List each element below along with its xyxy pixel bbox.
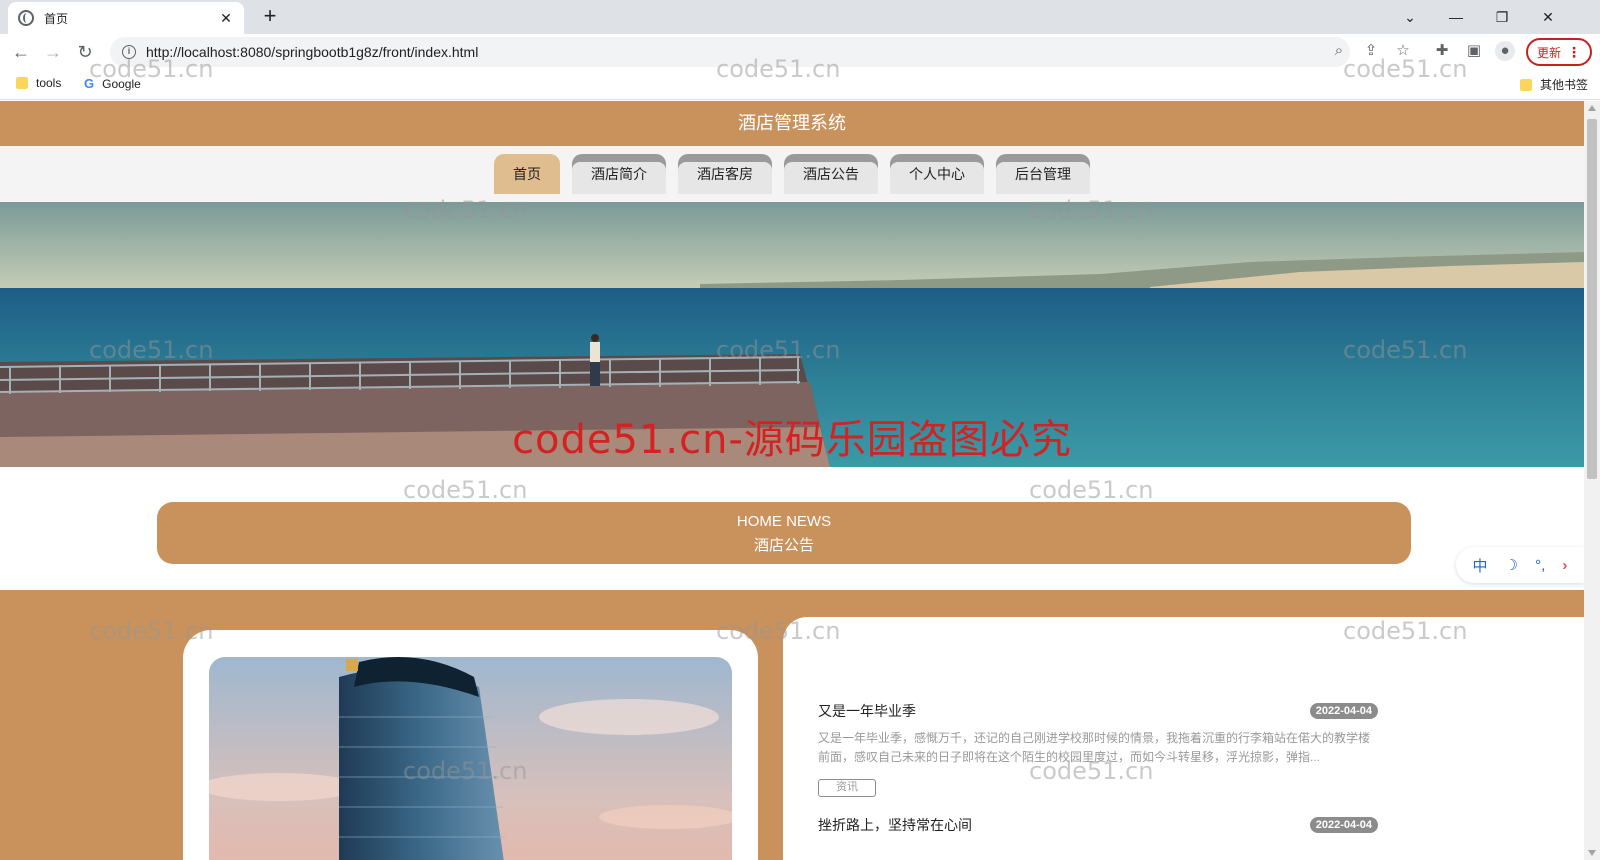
nav-home[interactable]: 首页 bbox=[494, 154, 560, 194]
bookmarks-bar: tools G Google 其他书签 bbox=[0, 70, 1600, 100]
browser-tab-bar: 首页 ✕ + ⌄ — ❐ ✕ bbox=[0, 0, 1600, 34]
news-section: 又是一年毕业季 2022-04-04 又是一年毕业季，感慨万千，还记的自己刚进学… bbox=[0, 590, 1584, 860]
back-icon[interactable]: ← bbox=[8, 39, 34, 65]
side-panel-icon[interactable]: ▣ bbox=[1463, 40, 1485, 62]
moon-icon[interactable]: ☽ bbox=[1505, 556, 1518, 574]
extensions-icon[interactable]: ✚ bbox=[1431, 40, 1453, 62]
news-item-date: 2022-04-04 bbox=[1309, 703, 1378, 719]
news-title-en: HOME NEWS bbox=[736, 513, 832, 530]
page-scrollbar[interactable] bbox=[1584, 101, 1600, 860]
news-item[interactable]: 又是一年毕业季 2022-04-04 又是一年毕业季，感慨万千，还记的自己刚进学… bbox=[818, 701, 1378, 797]
share-icon[interactable]: ⇪ bbox=[1360, 40, 1382, 62]
minimize-button[interactable]: — bbox=[1436, 4, 1476, 30]
address-bar[interactable]: i http://localhost:8080/springbootb1g8z/… bbox=[110, 37, 1350, 67]
banner-watermark-text: code51.cn-源码乐园盗图必究 bbox=[512, 417, 1072, 463]
nav-label: 酒店公告 bbox=[803, 166, 859, 182]
nav-label: 酒店客房 bbox=[697, 166, 753, 182]
new-tab-button[interactable]: + bbox=[258, 5, 282, 29]
news-item[interactable]: 挫折路上，坚持常在心间 2022-04-04 bbox=[818, 815, 1378, 835]
more-menu-icon: ⋮ bbox=[1567, 43, 1581, 60]
url-text[interactable]: http://localhost:8080/springbootb1g8z/fr… bbox=[146, 44, 478, 60]
site-title: 酒店管理系统 bbox=[0, 101, 1584, 146]
news-list-panel: 又是一年毕业季 2022-04-04 又是一年毕业季，感慨万千，还记的自己刚进学… bbox=[783, 617, 1584, 860]
folder-icon bbox=[16, 77, 28, 89]
news-title-cn: 酒店公告 bbox=[753, 537, 814, 554]
globe-icon bbox=[18, 10, 34, 26]
news-title-bar: HOME NEWS 酒店公告 bbox=[157, 502, 1411, 564]
profile-avatar-icon[interactable]: ● bbox=[1495, 41, 1515, 61]
hotel-building-image bbox=[209, 657, 732, 860]
folder-icon bbox=[1520, 78, 1532, 91]
bookmark-label: Google bbox=[102, 76, 141, 91]
expand-arrow-icon[interactable]: › bbox=[1562, 557, 1567, 574]
news-image-card bbox=[183, 630, 758, 860]
scroll-up-icon[interactable] bbox=[1588, 105, 1596, 111]
close-tab-icon[interactable]: ✕ bbox=[218, 10, 234, 27]
bookmark-label: tools bbox=[36, 76, 62, 90]
nav-admin[interactable]: 后台管理 bbox=[996, 154, 1090, 194]
news-item-title[interactable]: 挫折路上，坚持常在心间 bbox=[818, 815, 972, 835]
restore-button[interactable]: ❐ bbox=[1482, 4, 1522, 30]
main-nav: 首页 酒店简介 酒店客房 酒店公告 个人中心 后台管理 bbox=[0, 146, 1584, 203]
close-window-button[interactable]: ✕ bbox=[1528, 4, 1568, 30]
news-item-date: 2022-04-04 bbox=[1309, 817, 1378, 833]
news-item-excerpt: 又是一年毕业季，感慨万千，还记的自己刚进学校那时候的情景，我拖着沉重的行李箱站在… bbox=[818, 731, 1371, 764]
reload-icon[interactable]: ↻ bbox=[72, 39, 98, 65]
nav-label: 首页 bbox=[513, 166, 541, 182]
info-icon[interactable]: i bbox=[122, 45, 136, 59]
hero-banner[interactable]: code51.cn-源码乐园盗图必究 bbox=[0, 202, 1584, 467]
language-widget[interactable]: 中 ☽ °, › bbox=[1456, 547, 1584, 583]
news-item-title[interactable]: 又是一年毕业季 bbox=[818, 701, 916, 721]
google-icon: G bbox=[84, 76, 95, 91]
nav-hotel-rooms[interactable]: 酒店客房 bbox=[678, 154, 772, 194]
zoom-icon[interactable]: ⌕ bbox=[1328, 40, 1350, 62]
page-viewport: 酒店管理系统 首页 酒店简介 酒店客房 酒店公告 个人中心 后台管理 code5… bbox=[0, 101, 1584, 860]
forward-icon[interactable]: → bbox=[40, 39, 66, 65]
other-bookmarks-label: 其他书签 bbox=[1540, 78, 1589, 92]
scroll-thumb[interactable] bbox=[1587, 119, 1597, 479]
bookmark-star-icon[interactable]: ☆ bbox=[1392, 40, 1414, 62]
update-label: 更新 bbox=[1536, 45, 1561, 60]
nav-label: 后台管理 bbox=[1015, 166, 1071, 182]
punctuation-icon[interactable]: °, bbox=[1535, 557, 1545, 574]
nav-label: 酒店简介 bbox=[591, 166, 647, 182]
tab-search-icon[interactable]: ⌄ bbox=[1390, 4, 1430, 30]
nav-hotel-notices[interactable]: 酒店公告 bbox=[784, 154, 878, 194]
update-button[interactable]: 更新 ⋮ bbox=[1526, 38, 1592, 66]
news-item-tag[interactable]: 资讯 bbox=[818, 779, 876, 797]
nav-personal-center[interactable]: 个人中心 bbox=[890, 154, 984, 194]
bookmark-tools[interactable]: tools bbox=[16, 76, 61, 90]
scroll-down-icon[interactable] bbox=[1588, 850, 1596, 856]
tab-title: 首页 bbox=[44, 11, 69, 26]
bookmark-google[interactable]: G Google bbox=[84, 76, 141, 91]
nav-label: 个人中心 bbox=[909, 166, 965, 182]
browser-tab[interactable]: 首页 ✕ bbox=[8, 2, 244, 34]
hotel-photo[interactable] bbox=[209, 657, 732, 860]
other-bookmarks[interactable]: 其他书签 bbox=[1520, 76, 1588, 93]
nav-hotel-intro[interactable]: 酒店简介 bbox=[572, 154, 666, 194]
lang-toggle[interactable]: 中 bbox=[1473, 555, 1488, 576]
